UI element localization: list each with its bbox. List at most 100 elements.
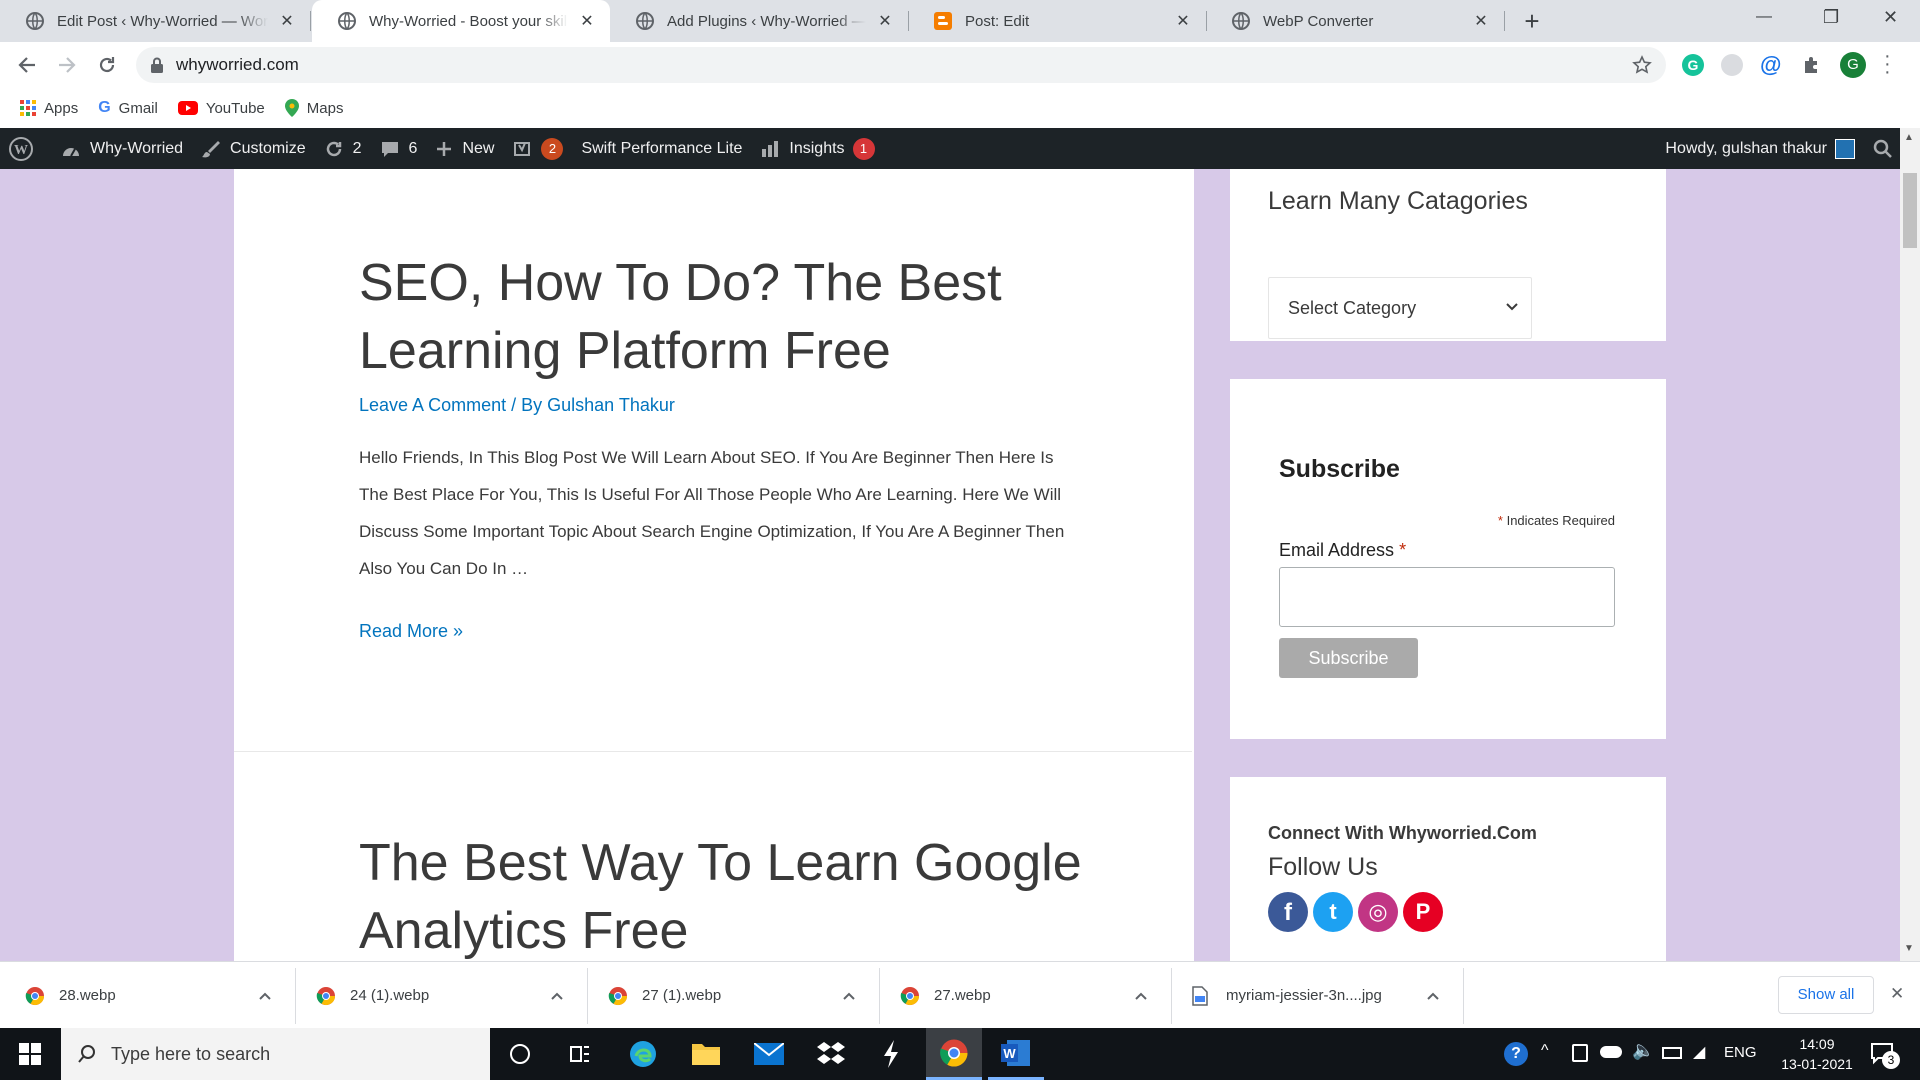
grammarly-icon[interactable]: G: [1682, 54, 1704, 76]
scrollbar-thumb[interactable]: [1903, 173, 1917, 248]
profile-avatar[interactable]: G: [1840, 52, 1866, 78]
show-all-button[interactable]: Show all: [1778, 976, 1874, 1014]
tray-chevron-up-icon[interactable]: ^: [1541, 1042, 1549, 1060]
scroll-up-icon[interactable]: ▲: [1904, 132, 1914, 143]
insights-label: Insights: [789, 139, 845, 157]
download-item[interactable]: 27.webp: [880, 962, 1172, 1029]
admin-site-name[interactable]: Why-Worried: [61, 140, 183, 158]
tab-add-plugins[interactable]: Add Plugins ‹ Why-Worried — WordPress ✕: [610, 0, 909, 42]
tab-close-button[interactable]: ✕: [576, 10, 598, 32]
chevron-up-icon[interactable]: [842, 991, 856, 1001]
maximize-button[interactable]: ❐: [1823, 7, 1839, 28]
wifi-icon[interactable]: ◢: [1693, 1042, 1705, 1062]
category-select[interactable]: Select Category: [1268, 277, 1532, 339]
facebook-icon[interactable]: f: [1268, 892, 1308, 932]
updates-icon: [326, 141, 341, 156]
author-link[interactable]: Gulshan Thakur: [547, 395, 675, 415]
volume-icon[interactable]: 🔈: [1632, 1040, 1654, 1061]
chevron-up-icon[interactable]: [1426, 991, 1440, 1001]
back-icon[interactable]: [16, 54, 38, 76]
post-title-line[interactable]: Learning Platform Free: [359, 317, 1002, 385]
close-downloads-button[interactable]: ✕: [1890, 984, 1904, 1004]
file-explorer-app[interactable]: [678, 1028, 734, 1080]
download-item[interactable]: myriam-jessier-3n....jpg: [1172, 962, 1464, 1029]
post-meta: Leave A Comment / By Gulshan Thakur: [359, 395, 675, 416]
read-more-link[interactable]: Read More »: [359, 621, 463, 642]
globe-icon: [636, 12, 654, 30]
bookmark-gmail[interactable]: G Gmail: [98, 99, 158, 117]
lock-icon[interactable]: [150, 57, 164, 73]
tab-close-button[interactable]: ✕: [276, 10, 298, 32]
bookmarks-bar: Apps G Gmail YouTube Maps: [0, 88, 1920, 128]
reload-icon[interactable]: [96, 54, 118, 76]
bookmark-apps[interactable]: Apps: [20, 100, 78, 117]
dropbox-app[interactable]: [803, 1028, 859, 1080]
admin-customize[interactable]: Customize: [201, 139, 306, 159]
onedrive-icon[interactable]: [1600, 1046, 1622, 1058]
post-title[interactable]: The Best Way To Learn Google Analytics F…: [359, 829, 1082, 961]
download-item[interactable]: 27 (1).webp: [588, 962, 880, 1029]
action-center-button[interactable]: 3: [1870, 1041, 1900, 1069]
download-item[interactable]: 28.webp: [0, 962, 296, 1029]
start-button[interactable]: [2, 1028, 58, 1080]
bookmark-youtube[interactable]: YouTube: [177, 100, 265, 117]
email-field[interactable]: [1279, 567, 1615, 627]
app-lightning[interactable]: [863, 1028, 919, 1080]
language-indicator[interactable]: ENG: [1724, 1044, 1757, 1061]
chrome-file-icon: [316, 986, 335, 1005]
admin-swift-performance[interactable]: Swift Performance Lite: [581, 140, 742, 158]
forward-icon[interactable]: [56, 54, 78, 76]
tab-edit-post[interactable]: Edit Post ‹ Why-Worried — WordPress ✕: [0, 0, 311, 42]
tab-post-edit[interactable]: Post: Edit ✕: [908, 0, 1207, 42]
admin-insights[interactable]: Insights 1: [760, 137, 875, 160]
tab-close-button[interactable]: ✕: [1172, 10, 1194, 32]
post-title-line[interactable]: Analytics Free: [359, 897, 1082, 961]
tab-close-button[interactable]: ✕: [1470, 10, 1492, 32]
cortana-button[interactable]: [492, 1028, 548, 1080]
clock[interactable]: 14:09 13-01-2021: [1772, 1034, 1862, 1074]
post-title[interactable]: SEO, How To Do? The Best Learning Platfo…: [359, 249, 1002, 385]
edge-app[interactable]: [615, 1028, 671, 1080]
admin-account[interactable]: Howdy, gulshan thakur: [1665, 138, 1855, 159]
instagram-icon[interactable]: ◎: [1358, 892, 1398, 932]
tab-why-worried[interactable]: Why-Worried - Boost your skills ✕: [312, 0, 610, 42]
subscribe-button[interactable]: Subscribe: [1279, 638, 1418, 678]
minimize-button[interactable]: —: [1756, 8, 1772, 26]
bookmark-maps[interactable]: Maps: [284, 99, 343, 117]
admin-comments[interactable]: 6: [380, 139, 417, 159]
pinterest-icon[interactable]: P: [1403, 892, 1443, 932]
device-icon[interactable]: [1572, 1044, 1588, 1062]
tab-webp-converter[interactable]: WebP Converter ✕: [1206, 0, 1505, 42]
at-sign-extension-icon[interactable]: @: [1760, 52, 1781, 78]
browser-menu-icon[interactable]: · · ·: [1884, 46, 1891, 82]
word-app[interactable]: W: [988, 1028, 1044, 1080]
page-scrollbar[interactable]: ▲ ▼: [1900, 128, 1920, 961]
admin-updates[interactable]: 2: [324, 139, 362, 159]
task-view-button[interactable]: [552, 1028, 608, 1080]
new-tab-button[interactable]: +: [1517, 6, 1547, 36]
wordpress-logo-menu[interactable]: W: [8, 136, 43, 162]
extension-gray-icon[interactable]: [1721, 54, 1743, 76]
chevron-up-icon[interactable]: [258, 991, 272, 1001]
admin-new[interactable]: New: [435, 140, 494, 158]
chevron-up-icon[interactable]: [1134, 991, 1148, 1001]
post-title-line[interactable]: The Best Way To Learn Google: [359, 829, 1082, 897]
chevron-up-icon[interactable]: [550, 991, 564, 1001]
admin-yoast[interactable]: 2: [512, 137, 564, 160]
address-bar[interactable]: whyworried.com: [136, 47, 1666, 83]
taskbar-search[interactable]: Type here to search: [61, 1028, 490, 1080]
help-icon[interactable]: ?: [1504, 1042, 1528, 1066]
puzzle-extensions-icon[interactable]: [1801, 54, 1823, 76]
twitter-icon[interactable]: t: [1313, 892, 1353, 932]
comment-link[interactable]: Leave A Comment: [359, 395, 506, 415]
battery-icon[interactable]: [1662, 1047, 1682, 1059]
chrome-app-active[interactable]: [926, 1028, 982, 1080]
post-title-line[interactable]: SEO, How To Do? The Best: [359, 249, 1002, 317]
admin-search[interactable]: [1873, 139, 1902, 159]
scroll-down-icon[interactable]: ▼: [1904, 943, 1914, 954]
mail-app[interactable]: [741, 1028, 797, 1080]
bookmark-star-icon[interactable]: [1632, 55, 1652, 75]
close-window-button[interactable]: ✕: [1883, 7, 1898, 28]
tab-close-button[interactable]: ✕: [874, 10, 896, 32]
download-item[interactable]: 24 (1).webp: [296, 962, 588, 1029]
